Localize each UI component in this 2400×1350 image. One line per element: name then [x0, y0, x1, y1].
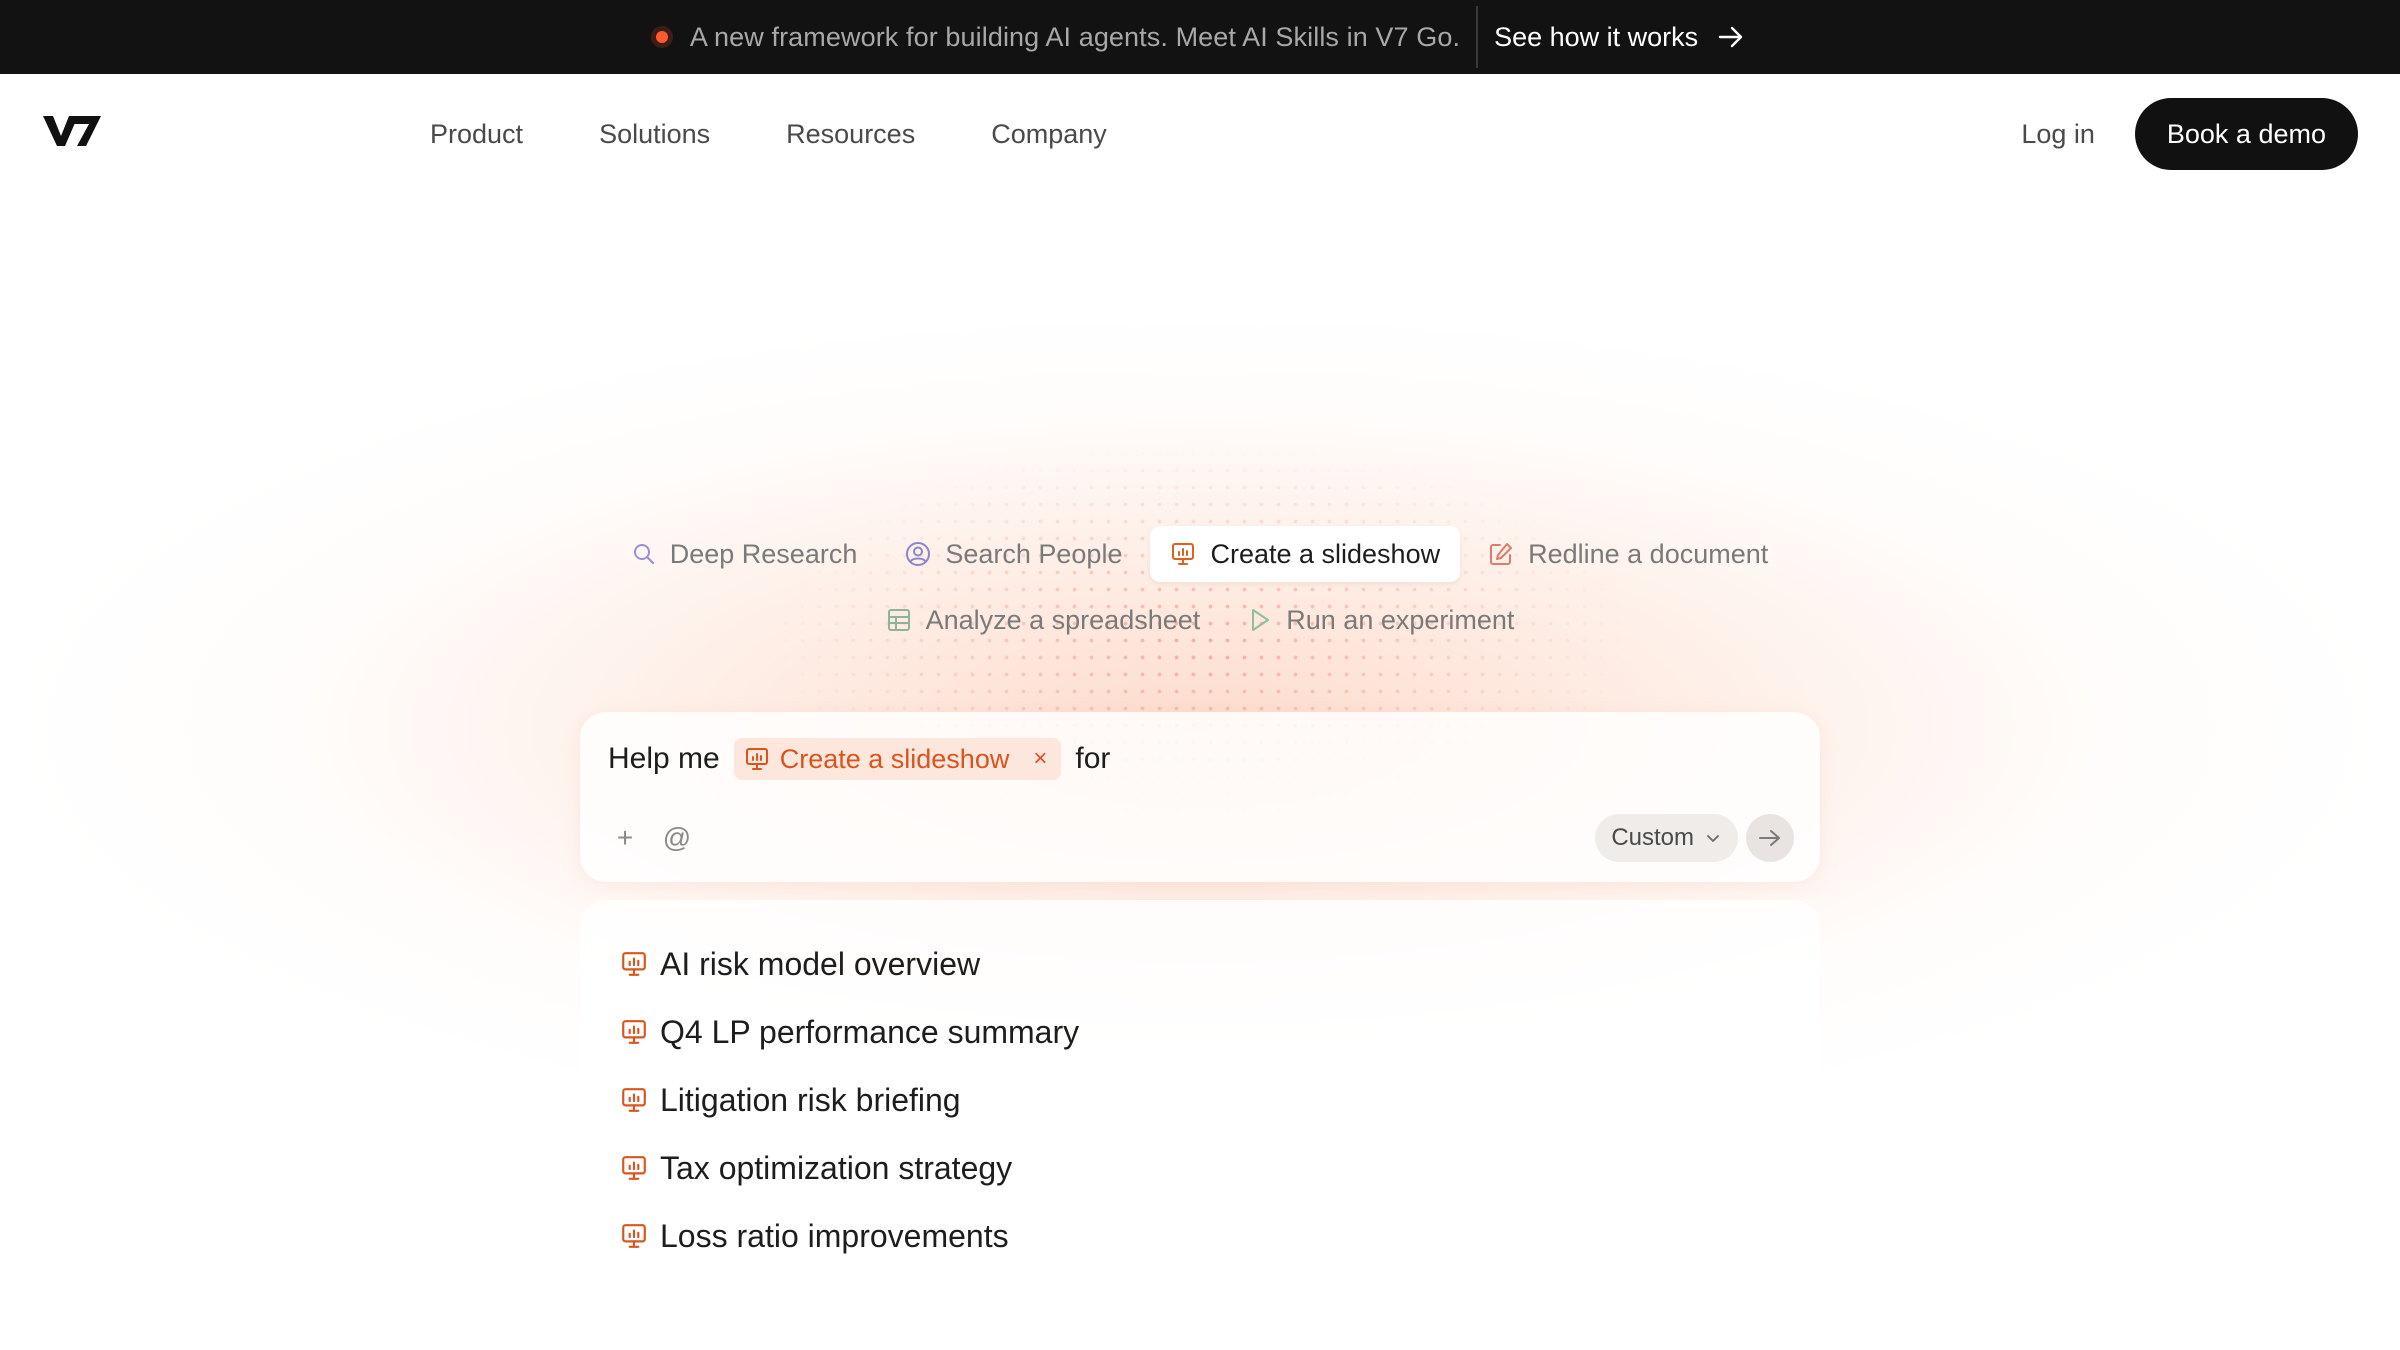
banner-text: A new framework for building AI agents. … [689, 21, 1461, 52]
arrow-right-icon [1759, 830, 1780, 846]
suggestion-label: Loss ratio improvements [660, 1217, 1009, 1254]
prompt-actions: Custom [1595, 814, 1794, 862]
prompt-input-card[interactable]: Help me Create a slideshow × for + @ Cus… [580, 712, 1820, 882]
send-button[interactable] [1746, 814, 1794, 862]
suggestion-item[interactable]: AI risk model overview [580, 930, 1820, 998]
chip-label: Redline a document [1528, 538, 1769, 569]
nav-links: Product Solutions Resources Company [430, 74, 1183, 194]
nav-resources[interactable]: Resources [786, 119, 915, 150]
remove-skill-icon[interactable]: × [1033, 745, 1047, 773]
login-link[interactable]: Log in [2021, 119, 2095, 150]
nav-solutions[interactable]: Solutions [599, 119, 710, 150]
announcement-banner: A new framework for building AI agents. … [0, 0, 2400, 74]
suggestion-label: Tax optimization strategy [660, 1149, 1013, 1186]
prompt-prefix: Help me [608, 742, 720, 775]
nav-actions: Log in Book a demo [2021, 98, 2358, 170]
presentation-icon [622, 1224, 646, 1248]
suggestion-label: AI risk model overview [660, 945, 981, 982]
presentation-icon [622, 952, 646, 976]
model-select-label: Custom [1611, 824, 1694, 851]
mention-icon[interactable]: @ [662, 822, 692, 854]
book-demo-button[interactable]: Book a demo [2134, 98, 2358, 170]
chip-label: Search People [945, 538, 1123, 569]
prompt-suffix: for [1075, 742, 1111, 775]
nav-company[interactable]: Company [991, 119, 1107, 150]
selected-skill-tag: Create a slideshow × [733, 738, 1062, 780]
status-dot-icon [655, 31, 668, 43]
suggestion-label: Litigation risk briefing [660, 1081, 961, 1118]
chip-deep-research[interactable]: Deep Research [612, 526, 878, 582]
prompt-line: Help me Create a slideshow × for [608, 736, 1110, 782]
skill-tag-label: Create a slideshow [779, 743, 1010, 774]
add-attachment-icon[interactable]: + [610, 822, 640, 854]
suggestion-label: Q4 LP performance summary [660, 1013, 1080, 1050]
suggestion-item[interactable]: Tax optimization strategy [580, 1134, 1820, 1202]
suggestion-item[interactable]: Q4 LP performance summary [580, 998, 1820, 1066]
play-icon [1252, 609, 1270, 631]
chip-analyze-spreadsheet[interactable]: Analyze a spreadsheet [866, 592, 1221, 648]
banner-link-label: See how it works [1494, 21, 1699, 52]
presentation-icon [622, 1156, 646, 1180]
prompt-tools: + @ [610, 822, 714, 854]
arrow-right-icon [1718, 26, 1743, 48]
suggestion-item[interactable]: Loss ratio improvements [580, 1202, 1820, 1270]
chip-label: Analyze a spreadsheet [925, 604, 1201, 635]
task-chips-row-2: Analyze a spreadsheet Run an experiment [0, 592, 2400, 648]
chip-redline-document[interactable]: Redline a document [1468, 526, 1788, 582]
chevron-down-icon [1707, 835, 1719, 842]
suggestions-panel: AI risk model overview Q4 LP performance… [580, 900, 1820, 1266]
chip-label: Create a slideshow [1210, 538, 1441, 569]
v7-logo-icon [43, 116, 101, 146]
chip-label: Deep Research [669, 538, 858, 569]
chip-run-experiment[interactable]: Run an experiment [1228, 592, 1534, 648]
suggestion-item[interactable]: Litigation risk briefing [580, 1066, 1820, 1134]
chip-create-slideshow[interactable]: Create a slideshow [1150, 526, 1461, 582]
chip-label: Run an experiment [1286, 604, 1515, 635]
user-circle-icon [906, 542, 931, 566]
chip-search-people[interactable]: Search People [885, 526, 1142, 582]
table-icon [887, 609, 910, 631]
see-how-it-works-link[interactable]: See how it works [1494, 22, 1744, 53]
presentation-icon [745, 748, 768, 770]
model-select[interactable]: Custom [1595, 814, 1738, 862]
search-icon [633, 544, 654, 565]
banner-content: A new framework for building AI agents. … [655, 0, 1744, 74]
presentation-icon [622, 1020, 646, 1044]
edit-icon [1490, 543, 1513, 565]
task-chips-row-1: Deep Research Search People Create a sli… [0, 526, 2400, 582]
banner-divider [1476, 6, 1479, 68]
presentation-icon [1172, 543, 1195, 565]
nav-product[interactable]: Product [430, 119, 523, 150]
presentation-icon [622, 1088, 646, 1112]
v7-logo[interactable] [42, 114, 102, 153]
main-nav: Product Solutions Resources Company Log … [0, 74, 2400, 194]
